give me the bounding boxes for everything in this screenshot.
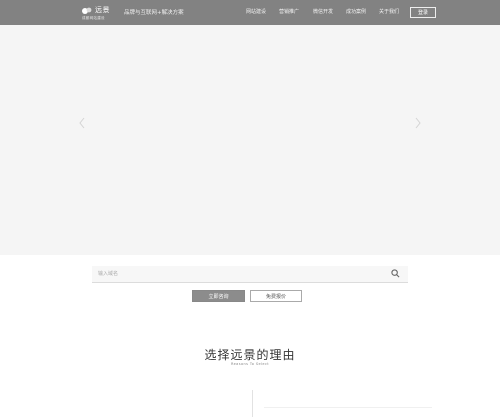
search-icon[interactable] bbox=[391, 269, 400, 278]
consult-button[interactable]: 立即咨询 bbox=[192, 290, 245, 302]
header-tagline: 品牌与互联网+解决方案 bbox=[124, 10, 184, 16]
login-button[interactable]: 登录 bbox=[410, 7, 436, 18]
search-bar[interactable]: 输入域名 bbox=[92, 266, 408, 283]
nav-item-2[interactable]: 营销推广 bbox=[279, 8, 299, 15]
divider bbox=[252, 390, 253, 417]
logo-icon bbox=[82, 7, 92, 14]
chevron-left-icon[interactable] bbox=[78, 117, 86, 129]
logo-subtitle: 成都网站建设 bbox=[82, 16, 105, 20]
nav-item-5[interactable]: 关于我们 bbox=[379, 8, 399, 15]
chevron-right-icon[interactable] bbox=[414, 117, 422, 129]
nav-item-3[interactable]: 微信开发 bbox=[313, 8, 333, 15]
top-navigation-bar: 远景 成都网站建设 品牌与互联网+解决方案 网站建设 营销推广 微信开发 成功案… bbox=[0, 0, 500, 25]
quote-button[interactable]: 免费报价 bbox=[250, 290, 302, 302]
brand-logo[interactable]: 远景 成都网站建设 bbox=[82, 5, 122, 21]
nav-item-1[interactable]: 网站建设 bbox=[246, 8, 266, 15]
logo-title: 远景 bbox=[95, 6, 110, 14]
card-divider bbox=[264, 407, 432, 408]
section-subtitle: Reasons To Select bbox=[230, 362, 270, 366]
nav-item-4[interactable]: 成功案例 bbox=[346, 8, 366, 15]
hero-banner bbox=[0, 25, 500, 255]
section-title: 选择远景的理由 bbox=[204, 348, 296, 362]
search-input[interactable]: 输入域名 bbox=[98, 270, 118, 277]
